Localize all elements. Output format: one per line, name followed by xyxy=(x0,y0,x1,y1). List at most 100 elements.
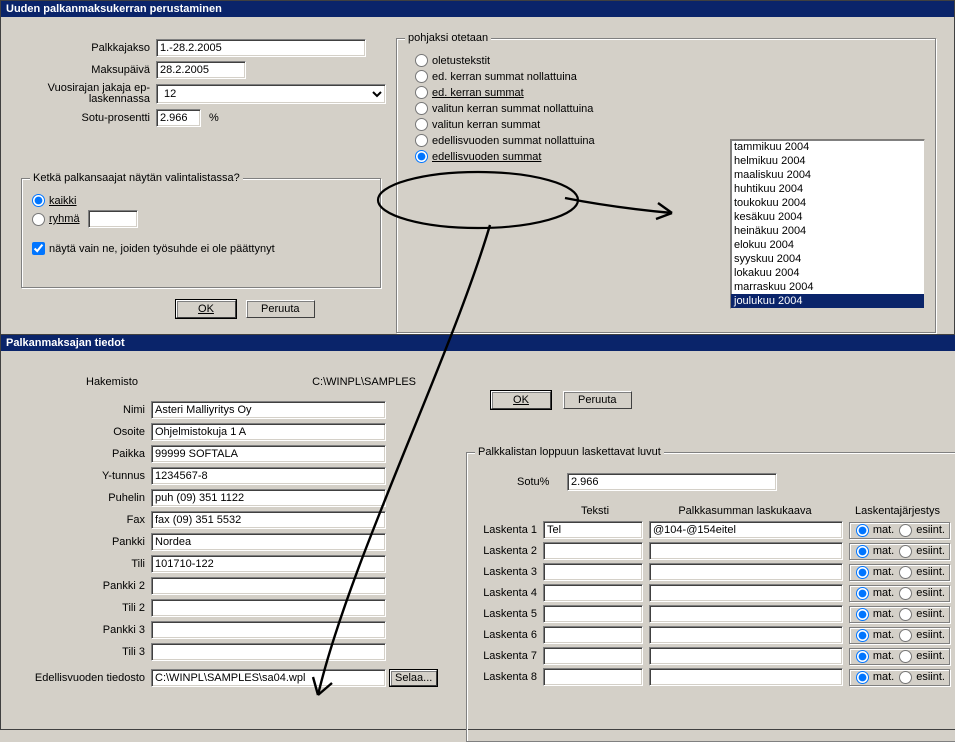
radio-kaikki[interactable] xyxy=(32,194,45,207)
radio-esiint-1[interactable] xyxy=(899,524,912,537)
list-item-month-8[interactable]: syyskuu 2004 xyxy=(731,252,924,266)
radio-group-jarj-7: mat. esiint. xyxy=(849,648,950,665)
input-pankki[interactable] xyxy=(151,533,386,551)
button-selaa[interactable]: Selaa... xyxy=(390,670,437,686)
list-item-month-0[interactable]: tammikuu 2004 xyxy=(731,140,924,154)
input-teksti-1[interactable] xyxy=(543,521,643,539)
label-pankki3: Pankki 3 xyxy=(11,624,151,636)
label-pohjaksi-0: oletustekstit xyxy=(432,55,490,67)
radio-esiint-7[interactable] xyxy=(899,650,912,663)
radio-pohjaksi-6[interactable] xyxy=(415,150,428,163)
input-paikka[interactable] xyxy=(151,445,386,463)
list-item-month-6[interactable]: heinäkuu 2004 xyxy=(731,224,924,238)
input-teksti-4[interactable] xyxy=(543,584,643,602)
input-teksti-8[interactable] xyxy=(543,668,643,686)
list-item-month-2[interactable]: maaliskuu 2004 xyxy=(731,168,924,182)
radio-pohjaksi-3[interactable] xyxy=(415,102,428,115)
label-ryhma: ryhmä xyxy=(49,213,80,225)
radio-esiint-5[interactable] xyxy=(899,608,912,621)
radio-mat-1[interactable] xyxy=(856,524,869,537)
label-laskenta-5: Laskenta 5 xyxy=(477,608,537,620)
check-naytavain[interactable] xyxy=(32,242,45,255)
list-item-month-7[interactable]: elokuu 2004 xyxy=(731,238,924,252)
list-item-month-3[interactable]: huhtikuu 2004 xyxy=(731,182,924,196)
list-item-month-5[interactable]: kesäkuu 2004 xyxy=(731,210,924,224)
input-palkkajakso[interactable] xyxy=(156,39,366,57)
radio-esiint-4[interactable] xyxy=(899,587,912,600)
button-cancel-2[interactable]: Peruuta xyxy=(563,391,632,409)
input-teksti-6[interactable] xyxy=(543,626,643,644)
radio-group-jarj-2: mat. esiint. xyxy=(849,543,950,560)
radio-pohjaksi-1[interactable] xyxy=(415,70,428,83)
input-tili[interactable] xyxy=(151,555,386,573)
select-vuosirajan[interactable]: 12 xyxy=(156,84,386,104)
input-kaava-1[interactable] xyxy=(649,521,843,539)
button-cancel-1[interactable]: Peruuta xyxy=(246,300,315,318)
radio-mat-7[interactable] xyxy=(856,650,869,663)
label-pohjaksi-5: edellisvuoden summat nollattuina xyxy=(432,135,595,147)
label-palkkajakso: Palkkajakso xyxy=(16,42,156,54)
label-laskenta-6: Laskenta 6 xyxy=(477,629,537,641)
input-nimi[interactable] xyxy=(151,401,386,419)
group-who: Ketkä palkansaajat näytän valintalistass… xyxy=(21,178,381,288)
input-teksti-2[interactable] xyxy=(543,542,643,560)
radio-pohjaksi-4[interactable] xyxy=(415,118,428,131)
label-maksupaiva: Maksupäivä xyxy=(16,64,156,76)
input-kaava-2[interactable] xyxy=(649,542,843,560)
list-item-month-1[interactable]: helmikuu 2004 xyxy=(731,154,924,168)
button-ok-2[interactable]: OK xyxy=(491,391,551,409)
radio-esiint-2[interactable] xyxy=(899,545,912,558)
group-who-title: Ketkä palkansaajat näytän valintalistass… xyxy=(30,172,243,184)
input-kaava-5[interactable] xyxy=(649,605,843,623)
input-fax[interactable] xyxy=(151,511,386,529)
input-edellis[interactable] xyxy=(151,669,386,687)
list-item-month-10[interactable]: marraskuu 2004 xyxy=(731,280,924,294)
radio-pohjaksi-0[interactable] xyxy=(415,54,428,67)
input-teksti-3[interactable] xyxy=(543,563,643,581)
input-teksti-7[interactable] xyxy=(543,647,643,665)
input-osoite[interactable] xyxy=(151,423,386,441)
radio-esiint-3[interactable] xyxy=(899,566,912,579)
input-kaava-4[interactable] xyxy=(649,584,843,602)
label-kaikki: kaikki xyxy=(49,195,77,207)
label-pohjaksi-2: ed. kerran summat xyxy=(432,87,524,99)
label-sotu: Sotu-prosentti xyxy=(16,112,156,124)
radio-mat-2[interactable] xyxy=(856,545,869,558)
input-kaava-6[interactable] xyxy=(649,626,843,644)
list-item-month-11[interactable]: joulukuu 2004 xyxy=(731,294,924,308)
input-ytunnus[interactable] xyxy=(151,467,386,485)
input-kaava-3[interactable] xyxy=(649,563,843,581)
radio-pohjaksi-2[interactable] xyxy=(415,86,428,99)
input-teksti-5[interactable] xyxy=(543,605,643,623)
window-payer-info: Palkanmaksajan tiedot Hakemisto C:\WINPL… xyxy=(0,334,955,730)
input-maksupaiva[interactable] xyxy=(156,61,246,79)
label-osoite: Osoite xyxy=(11,426,151,438)
listbox-months[interactable]: tammikuu 2004helmikuu 2004maaliskuu 2004… xyxy=(730,139,925,309)
radio-mat-4[interactable] xyxy=(856,587,869,600)
radio-mat-3[interactable] xyxy=(856,566,869,579)
input-kaava-8[interactable] xyxy=(649,668,843,686)
input-pankki3[interactable] xyxy=(151,621,386,639)
input-tili2[interactable] xyxy=(151,599,386,617)
radio-pohjaksi-5[interactable] xyxy=(415,134,428,147)
list-item-month-4[interactable]: toukokuu 2004 xyxy=(731,196,924,210)
input-pankki2[interactable] xyxy=(151,577,386,595)
button-ok-1[interactable]: OK xyxy=(176,300,236,318)
input-kaava-7[interactable] xyxy=(649,647,843,665)
label-laskenta-1: Laskenta 1 xyxy=(477,524,537,536)
input-sotu2[interactable] xyxy=(567,473,777,491)
radio-ryhma[interactable] xyxy=(32,213,45,226)
label-paikka: Paikka xyxy=(11,448,151,460)
input-tili3[interactable] xyxy=(151,643,386,661)
input-sotu[interactable] xyxy=(156,109,201,127)
radio-esiint-8[interactable] xyxy=(899,671,912,684)
radio-group-jarj-3: mat. esiint. xyxy=(849,564,950,581)
radio-mat-5[interactable] xyxy=(856,608,869,621)
input-puhelin[interactable] xyxy=(151,489,386,507)
input-ryhma[interactable] xyxy=(88,210,138,228)
radio-esiint-6[interactable] xyxy=(899,629,912,642)
radio-mat-8[interactable] xyxy=(856,671,869,684)
label-percent: % xyxy=(209,112,219,124)
list-item-month-9[interactable]: lokakuu 2004 xyxy=(731,266,924,280)
radio-mat-6[interactable] xyxy=(856,629,869,642)
